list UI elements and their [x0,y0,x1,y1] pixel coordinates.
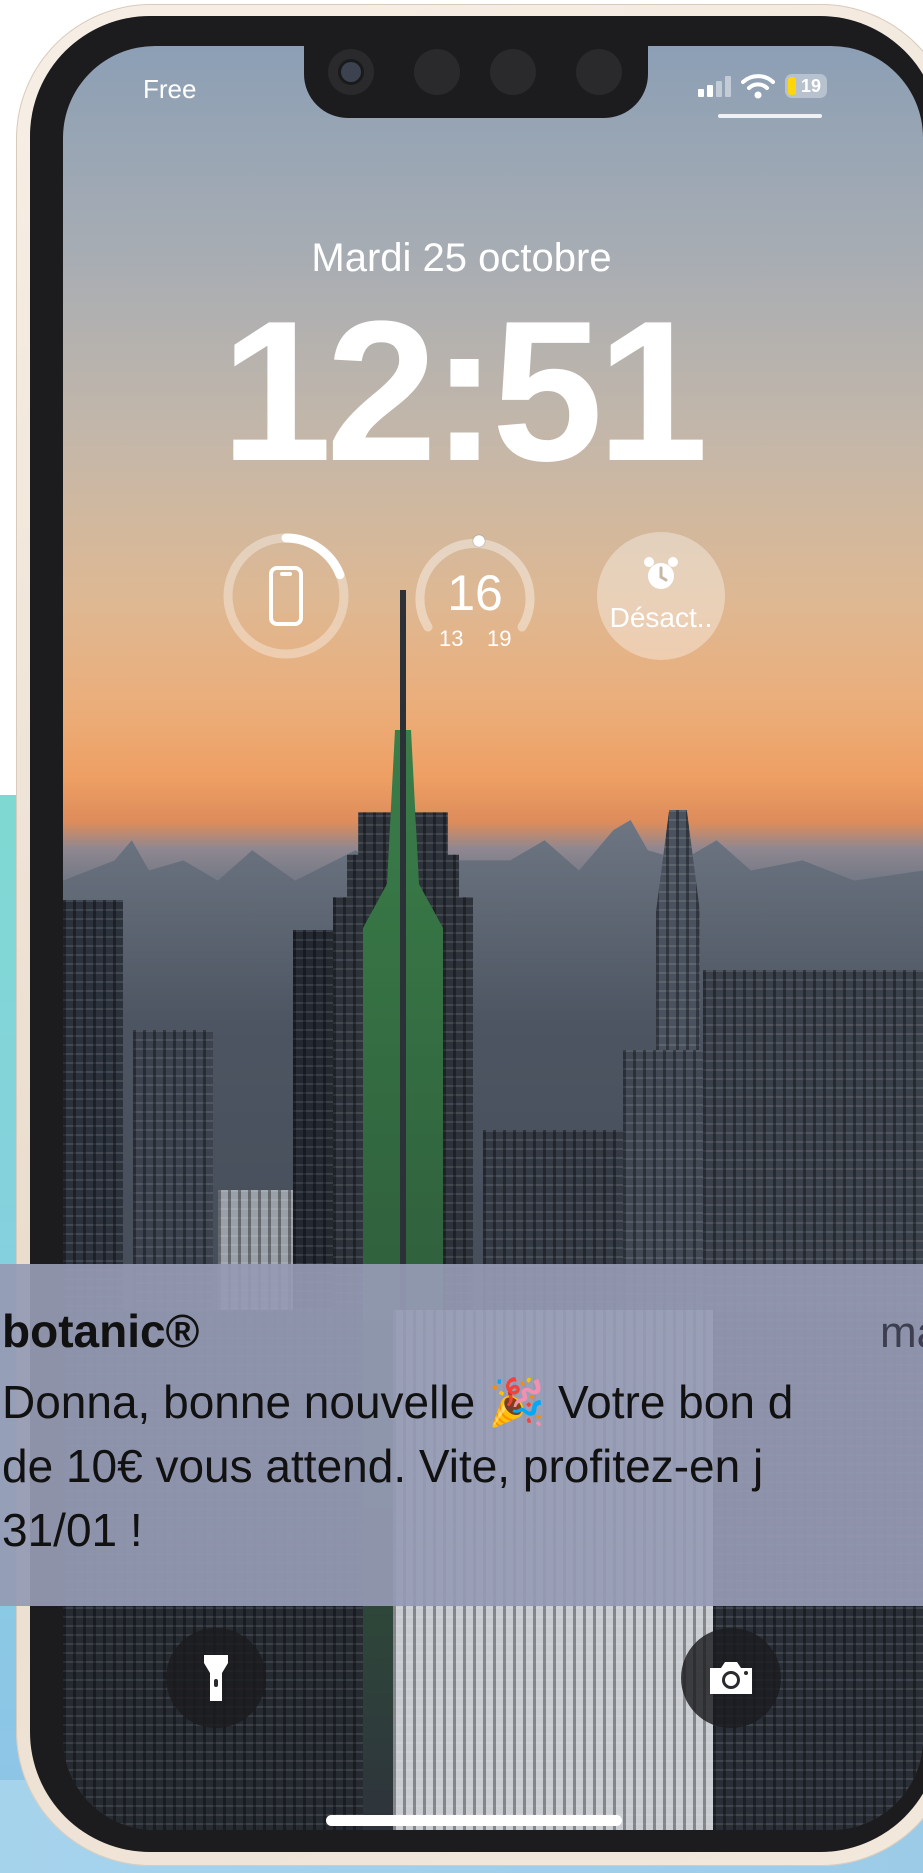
wifi-icon [741,73,775,99]
camera-button[interactable] [681,1628,781,1728]
front-camera-icon [328,49,374,95]
control-center-indicator[interactable] [718,114,822,118]
status-icons: 19 [698,71,827,101]
battery-level: 19 [800,75,822,96]
alarm-widget[interactable]: Désact.. [597,532,725,660]
notification-banner[interactable]: botanic® ma Donna, bonne nouvelle 🎉 Votr… [0,1264,923,1606]
sensor-icon [490,49,536,95]
temperature-high: 19 [487,626,512,651]
battery-widget[interactable] [222,532,350,660]
lock-time: 12:51 [220,280,709,503]
sensor-icon [414,49,460,95]
alarm-status-label: Désact.. [609,602,713,633]
lock-date: Mardi 25 octobre [311,236,612,280]
temperature-low: 13 [439,626,464,651]
temperature-widget[interactable]: 16 13 19 [411,532,539,660]
flashlight-button[interactable] [166,1628,266,1728]
notification-app-name: botanic® [2,1305,200,1357]
battery-icon: 19 [785,74,827,98]
temperature-current: 16 [447,565,503,621]
signal-bars-icon [698,75,731,97]
notification-time: ma [880,1308,923,1357]
camera-icon [710,1662,752,1694]
phone-icon [269,566,303,626]
home-indicator[interactable] [326,1815,622,1826]
alarm-clock-icon [644,557,678,589]
carrier-label: Free [143,74,197,104]
flashlight-icon [204,1655,228,1701]
notification-body: Donna, bonne nouvelle 🎉 Votre bon d de 1… [2,1376,794,1556]
sensor-icon [576,49,622,95]
